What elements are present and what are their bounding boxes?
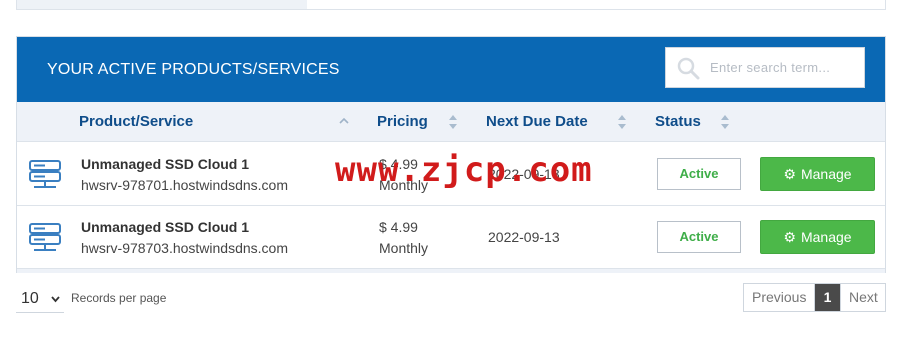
pagination-previous-button[interactable]: Previous [744, 284, 815, 311]
table-row[interactable]: Unmanaged SSD Cloud 1 hwsrv-978703.hostw… [17, 206, 885, 269]
billing-cycle: Monthly [379, 240, 429, 256]
search-box[interactable] [665, 47, 865, 88]
sort-both-icon[interactable] [720, 114, 730, 130]
server-icon [29, 160, 61, 188]
records-per-page-value: 10 [21, 290, 39, 307]
product-hostname: hwsrv-978701.hostwindsdns.com [81, 177, 288, 193]
column-header-pricing[interactable]: Pricing [377, 113, 428, 130]
previous-panel-fragment [16, 0, 886, 10]
column-header-status[interactable]: Status [655, 113, 701, 130]
status-badge: Active [657, 158, 741, 190]
pagination-next-button[interactable]: Next [840, 284, 885, 311]
column-header-product[interactable]: Product/Service [79, 113, 193, 130]
pagination-page-1[interactable]: 1 [815, 284, 840, 311]
column-header-next-due-date[interactable]: Next Due Date [486, 113, 588, 130]
product-hostname: hwsrv-978703.hostwindsdns.com [81, 240, 288, 256]
status-badge: Active [657, 221, 741, 253]
sort-both-icon[interactable] [617, 114, 627, 130]
product-price: $ 4.99 [379, 219, 418, 235]
panel-header: YOUR ACTIVE PRODUCTS/SERVICES [17, 37, 885, 102]
next-due-date: 2022-09-13 [488, 229, 560, 245]
table-footer-strip [17, 269, 885, 273]
gear-icon: ⚙ [783, 166, 796, 182]
server-icon [29, 223, 61, 251]
watermark-text: www.zjcp.com [335, 150, 593, 190]
search-input[interactable] [710, 48, 860, 87]
pagination: Previous 1 Next [743, 283, 886, 312]
sort-both-icon[interactable] [448, 114, 458, 130]
table-header: Product/Service Pricing Next Due Date St… [17, 102, 885, 142]
chevron-down-icon [51, 296, 60, 303]
records-per-page-select[interactable]: 10 [16, 285, 64, 313]
search-icon [677, 57, 700, 80]
manage-button-label: Manage [800, 166, 852, 182]
manage-button[interactable]: ⚙ Manage [760, 157, 875, 191]
manage-button[interactable]: ⚙ Manage [760, 220, 875, 254]
sort-up-icon[interactable] [339, 114, 349, 130]
product-name: Unmanaged SSD Cloud 1 [81, 219, 250, 235]
product-name: Unmanaged SSD Cloud 1 [81, 156, 250, 172]
records-per-page-label: Records per page [71, 291, 167, 305]
gear-icon: ⚙ [783, 229, 796, 245]
panel-title: YOUR ACTIVE PRODUCTS/SERVICES [47, 61, 340, 78]
manage-button-label: Manage [800, 229, 852, 245]
previous-panel-sidebar-fragment [17, 0, 307, 9]
